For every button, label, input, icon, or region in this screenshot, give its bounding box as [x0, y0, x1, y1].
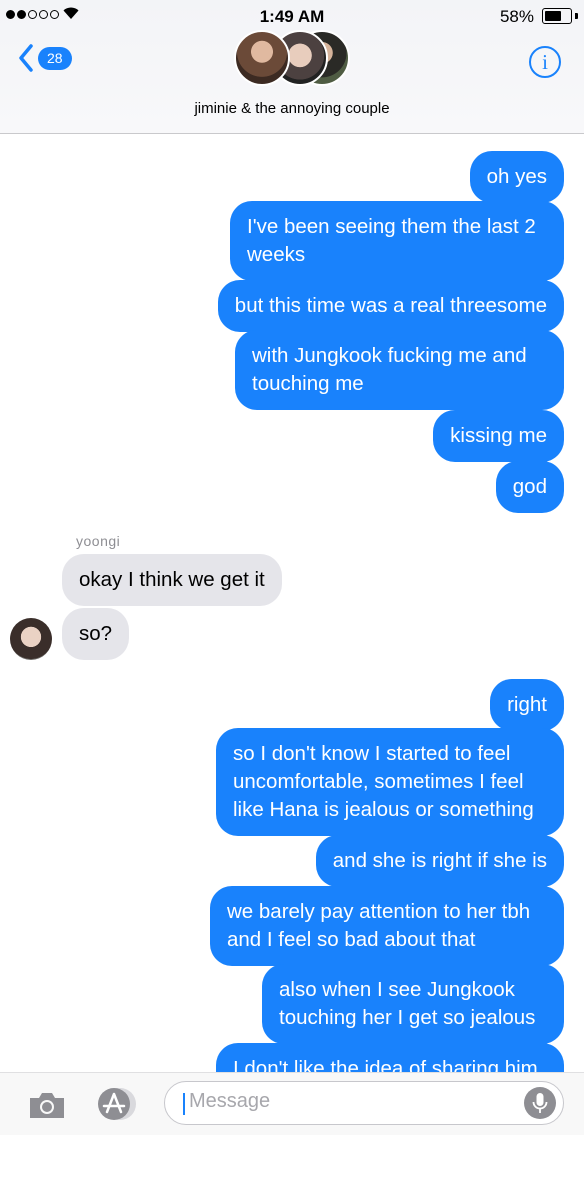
message-bubble-outgoing[interactable]: I don't like the idea of sharing him [216, 1043, 564, 1072]
unread-count-badge: 28 [38, 46, 72, 70]
message-bubble-outgoing[interactable]: I've been seeing them the last 2 weeks [230, 201, 564, 281]
text-caret [183, 1093, 185, 1115]
back-chevron-icon [19, 44, 33, 72]
message-bubble-incoming[interactable]: okay I think we get it [62, 554, 282, 606]
message-composer [0, 1072, 584, 1135]
group-avatars[interactable] [234, 30, 354, 88]
info-icon[interactable]: i [528, 45, 562, 79]
sender-name: yoongi [76, 533, 121, 549]
message-bubble-outgoing[interactable]: so I don't know I started to feel uncomf… [216, 728, 564, 836]
message-bubble-outgoing[interactable]: right [490, 679, 564, 731]
message-bubble-outgoing[interactable]: we barely pay attention to her tbh and I… [210, 886, 564, 966]
status-time: 1:49 AM [259, 7, 325, 26]
message-bubble-incoming[interactable]: so? [62, 608, 130, 660]
app-store-icon[interactable] [92, 1086, 140, 1122]
group-name[interactable]: jiminie & the annoying couple [0, 100, 584, 117]
status-bar: 1:49 AM 58% [0, 0, 584, 32]
message-bubble-outgoing[interactable]: oh yes [469, 151, 564, 203]
message-bubble-outgoing[interactable]: kissing me [433, 410, 564, 462]
svg-text:i: i [542, 50, 548, 74]
conversation-header: 1:49 AM 58% 28 jiminie & the annoying co… [0, 0, 584, 134]
message-input-container[interactable] [164, 1081, 564, 1125]
camera-icon[interactable] [27, 1090, 67, 1120]
avatar [234, 30, 290, 86]
message-bubble-outgoing[interactable]: god [495, 461, 564, 513]
message-bubble-outgoing[interactable]: but this time was a real threesome [217, 280, 564, 332]
battery-percentage: 58% [499, 7, 534, 26]
message-bubble-outgoing[interactable]: with Jungkook fucking me and touching me [235, 330, 564, 410]
message-bubble-outgoing[interactable]: and she is right if she is [315, 835, 564, 887]
avatar[interactable] [10, 618, 52, 660]
message-input[interactable] [187, 1089, 511, 1114]
battery-icon [542, 8, 572, 24]
microphone-icon[interactable] [524, 1087, 556, 1119]
message-thread[interactable]: oh yes I've been seeing them the last 2 … [0, 134, 584, 1072]
message-bubble-outgoing[interactable]: also when I see Jungkook touching her I … [262, 964, 564, 1044]
back-button[interactable]: 28 [18, 44, 72, 72]
